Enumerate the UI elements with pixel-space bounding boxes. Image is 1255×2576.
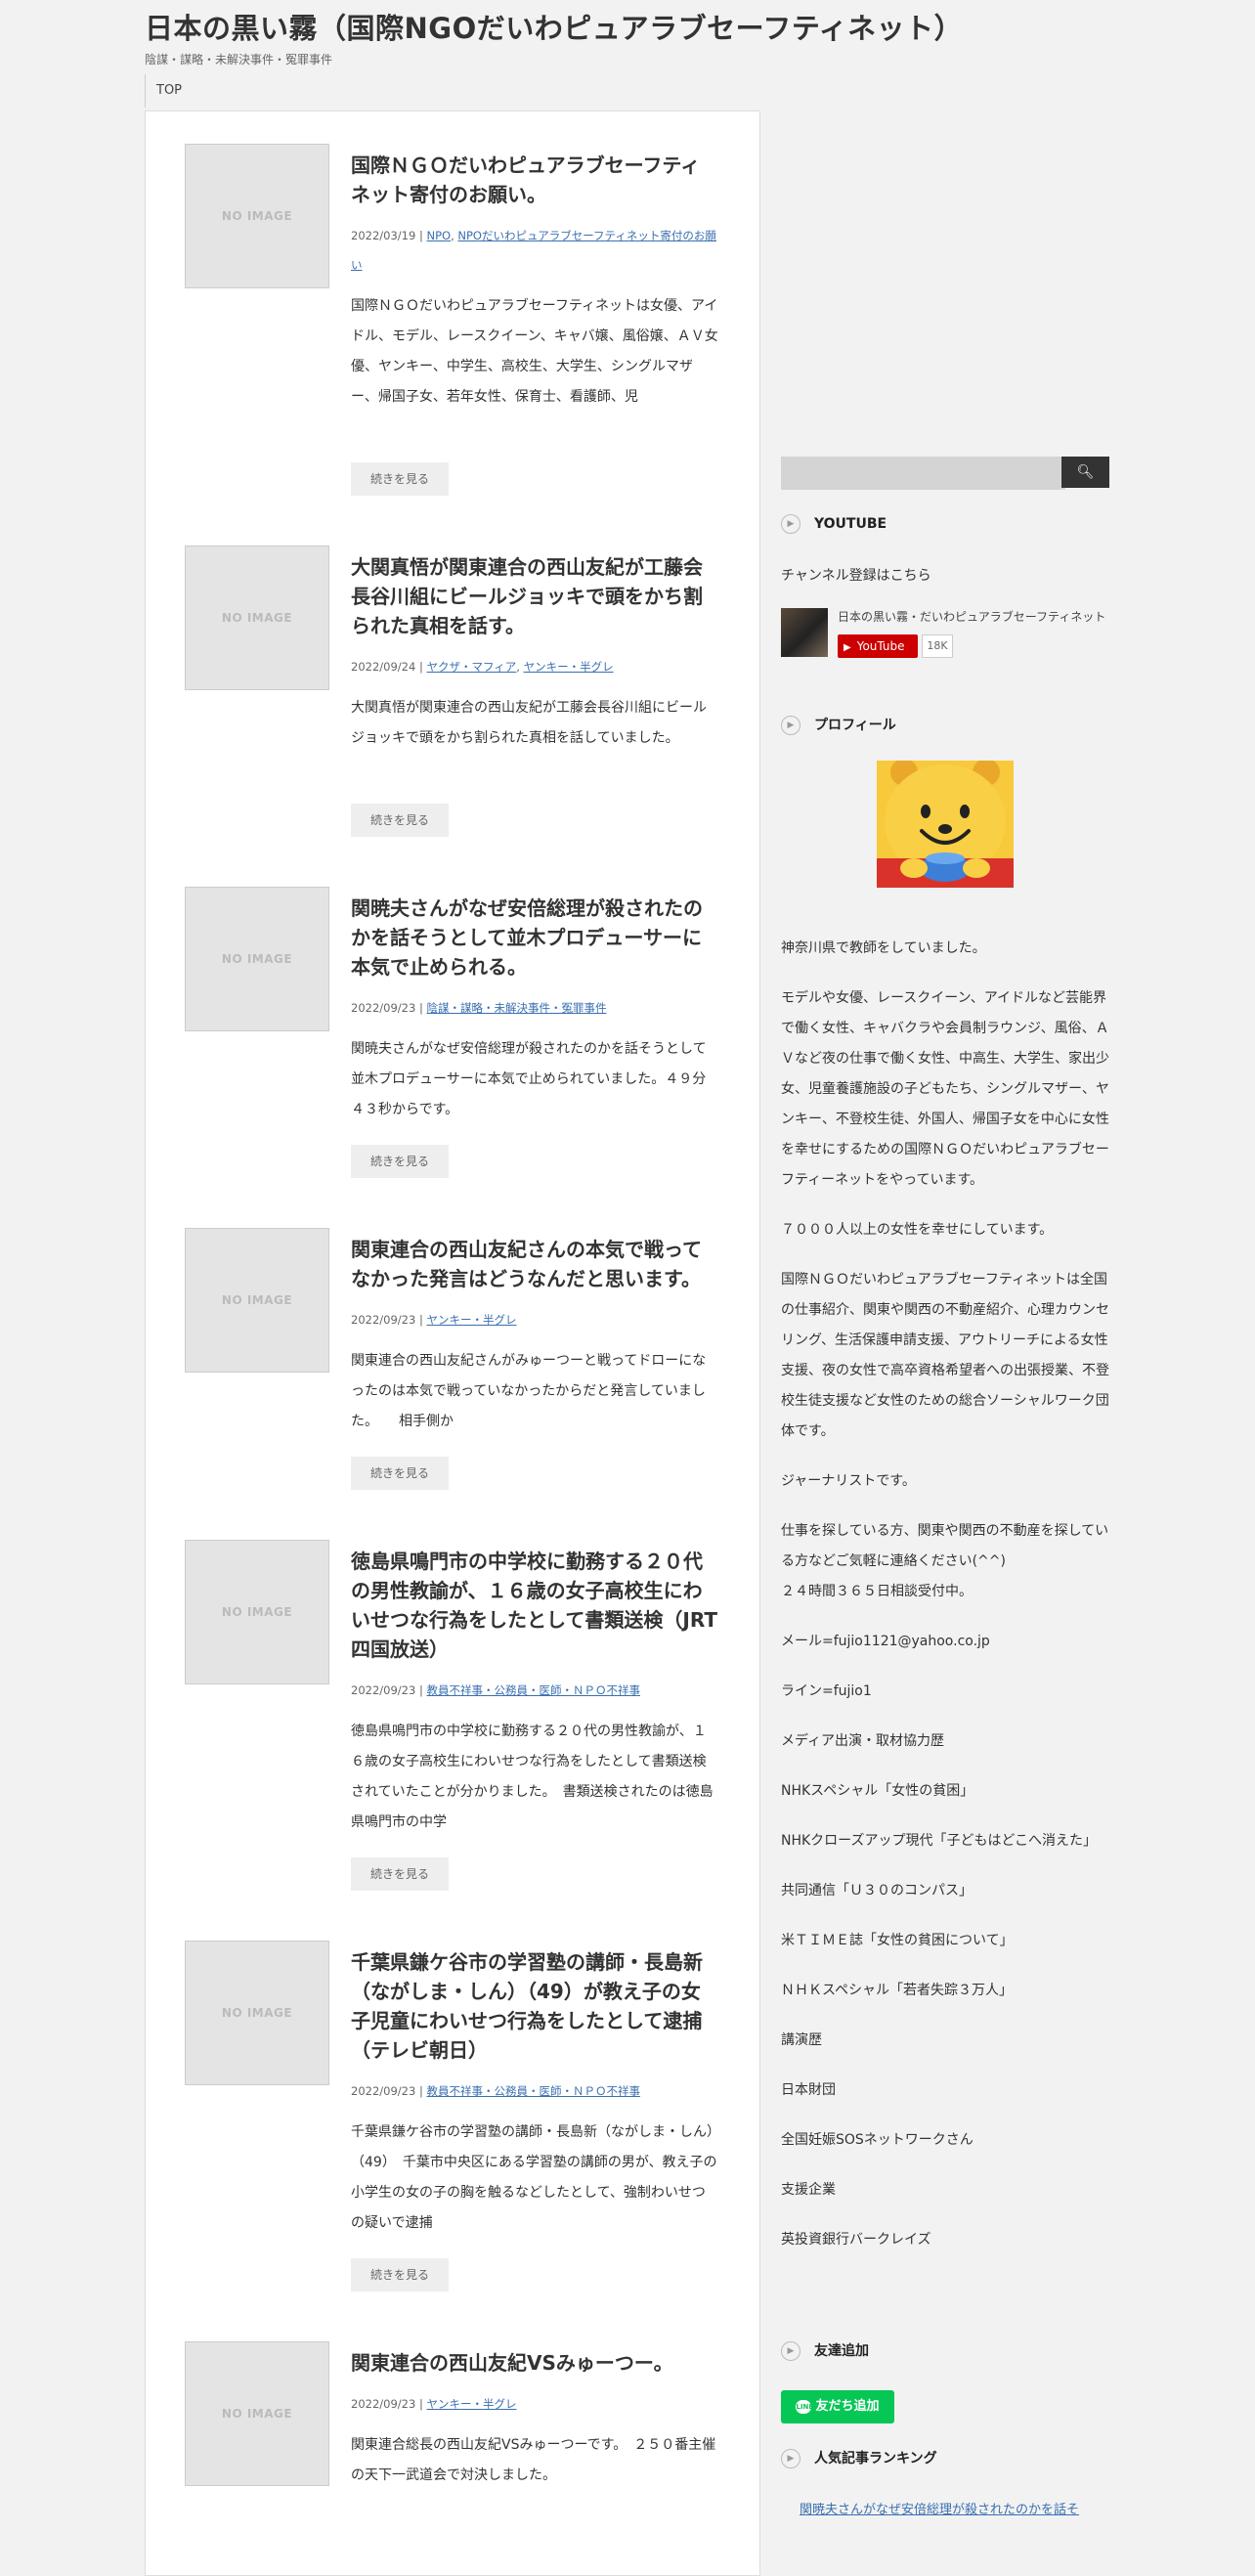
post-excerpt: 関東連合総長の西山友紀VSみゅーつーです。 ２５０番主催の天下一武道会で対決しま… [351, 2437, 716, 2483]
line-icon: LINE [796, 2399, 813, 2414]
post-meta: 2022/09/24 | ヤクザ・マフィア, ヤンキー・半グレ [351, 660, 614, 674]
profile-paragraph: 共同通信「Ｕ３０のコンパス」 [781, 1883, 973, 1899]
youtube-channel-avatar[interactable] [781, 608, 828, 657]
search-form: 🔍︎ [781, 457, 1109, 490]
post-date: 2022/03/19 [351, 229, 416, 242]
widget-title-profile: ▶ プロフィール [781, 713, 896, 738]
post-thumbnail[interactable]: NO IMAGE [185, 144, 329, 288]
profile-paragraph: 神奈川県で教師をしていました。 [781, 940, 986, 956]
read-more-button[interactable]: 続きを見る [351, 2258, 449, 2292]
post-excerpt: 関東連合の西山友紀さんがみゅーつーと戦ってドローになったのは本気で戦っていなかっ… [351, 1353, 707, 1429]
post-meta: 2022/09/23 | ヤンキー・半グレ [351, 2397, 517, 2411]
post-excerpt: 関暁夫さんがなぜ安倍総理が殺されたのかを話そうとして並木プロデューサーに本気で止… [351, 1041, 707, 1117]
post-category-link[interactable]: ヤクザ・マフィア [426, 660, 516, 674]
post-meta: 2022/09/23 | 教員不祥事・公務員・医師・ＮＰＯ不祥事 [351, 1683, 640, 1697]
post-excerpt: 千葉県鎌ケ谷市の学習塾の講師・長島新（ながしま・しん）（49） 千葉市中央区にあ… [351, 2124, 717, 2231]
post-category-link[interactable]: 教員不祥事・公務員・医師・ＮＰＯ不祥事 [426, 1683, 640, 1697]
widget-title-friend: ▶ 友達追加 [781, 2338, 869, 2364]
profile-paragraph: 米ＴＩＭＥ誌「女性の貧困について」 [781, 1933, 1014, 1948]
profile-paragraph: 支援企業 [781, 2182, 836, 2198]
profile-paragraph: メディア出演・取材協力歴 [781, 1733, 945, 1749]
line-add-friend-button[interactable]: LINE 友だち追加 [781, 2390, 894, 2423]
profile-paragraph: 仕事を探している方、関東や関西の不動産を探している方などご気軽に連絡ください(^… [781, 1523, 1109, 1569]
profile-paragraph: NHKクローズアップ現代「子どもはどこへ消えた」 [781, 1833, 1098, 1849]
profile-text: 神奈川県で教師をしていました。モデルや女優、レースクイーン、アイドルなど芸能界で… [781, 934, 1113, 2275]
profile-paragraph: ＮＨＫスペシャル「若者失踪３万人」 [781, 1983, 1014, 1998]
search-button[interactable]: 🔍︎ [1061, 457, 1109, 488]
post-category-link[interactable]: ヤンキー・半グレ [426, 1313, 516, 1327]
post-excerpt: 大関真悟が関東連合の西山友紀が工藤会長谷川組にビールジョッキで頭をかち割られた真… [351, 700, 707, 746]
post-thumbnail[interactable]: NO IMAGE [185, 887, 329, 1031]
post-excerpt: 国際ＮＧＯだいわピュアラブセーフティネットは女優、アイドル、モデル、レースクイー… [351, 298, 718, 405]
nav-top[interactable]: TOP [145, 74, 182, 108]
post-title[interactable]: 関暁夫さんがなぜ安倍総理が殺されたのかを話そうとして並木プロデューサーに本気で止… [351, 894, 718, 982]
post-thumbnail[interactable]: NO IMAGE [185, 1941, 329, 2085]
post-category-link[interactable]: ヤンキー・半グレ [426, 2397, 516, 2411]
profile-paragraph: 日本財団 [781, 2082, 836, 2098]
youtube-subscriber-count: 18K [922, 634, 953, 658]
post-title[interactable]: 関東連合の西山友紀VSみゅーつー。 [351, 2348, 718, 2378]
post-date: 2022/09/23 [351, 2084, 416, 2098]
profile-paragraph: ライン=fujio1 [781, 1683, 872, 1699]
read-more-button[interactable]: 続きを見る [351, 804, 449, 837]
ranking-item-link[interactable]: 関暁夫さんがなぜ安倍総理が殺されたのかを話そ [800, 2499, 1079, 2517]
profile-paragraph: 全国妊娠SOSネットワークさん [781, 2132, 974, 2148]
post-date: 2022/09/23 [351, 1001, 416, 1015]
circle-arrow-icon: ▶ [781, 2341, 801, 2361]
post-meta: 2022/09/23 | ヤンキー・半グレ [351, 1313, 517, 1327]
post-date: 2022/09/23 [351, 1683, 416, 1697]
search-input[interactable] [781, 457, 1065, 490]
circle-arrow-icon: ▶ [781, 2449, 801, 2468]
widget-title-ranking: ▶ 人気記事ランキング [781, 2446, 937, 2471]
youtube-play-icon: ▶ [844, 642, 851, 653]
profile-paragraph: 国際ＮＧＯだいわピュアラブセーフティネットは全国の仕事紹介、関東や関西の不動産紹… [781, 1272, 1109, 1439]
read-more-button[interactable]: 続きを見る [351, 462, 449, 496]
profile-paragraph: NHKスペシャル「女性の貧困」 [781, 1783, 974, 1799]
profile-paragraph: 講演歴 [781, 2032, 822, 2048]
site-title[interactable]: 日本の黒い霧（国際NGOだいわピュアラブセーフティネット） [145, 6, 963, 47]
read-more-button[interactable]: 続きを見る [351, 1457, 449, 1490]
circle-arrow-icon: ▶ [781, 716, 801, 735]
main-content: NO IMAGE 国際ＮＧＯだいわピュアラブセーフティネット寄付のお願い。 20… [145, 110, 760, 2576]
youtube-channel-name[interactable]: 日本の黒い霧・だいわピュアラブセーフティネット [838, 608, 1105, 625]
post-thumbnail[interactable]: NO IMAGE [185, 546, 329, 690]
post-meta: 2022/03/19 | NPO, NPOだいわピュアラブセーフティネット寄付の… [351, 229, 716, 272]
post-category-link[interactable]: NPO [426, 229, 451, 242]
post-meta: 2022/09/23 | 陰謀・謀略・未解決事件・冤罪事件 [351, 1001, 607, 1015]
search-icon: 🔍︎ [1076, 464, 1095, 480]
site-description: 陰謀・謀略・未解決事件・冤罪事件 [145, 53, 333, 66]
post-category-link[interactable]: 教員不祥事・公務員・医師・ＮＰＯ不祥事 [426, 2084, 640, 2098]
post-title[interactable]: 徳島県鳴門市の中学校に勤務する２０代の男性教諭が、１６歳の女子高校生にわいせつな… [351, 1547, 718, 1664]
post-thumbnail[interactable]: NO IMAGE [185, 1228, 329, 1373]
post-date: 2022/09/23 [351, 1313, 416, 1327]
post-thumbnail[interactable]: NO IMAGE [185, 1540, 329, 1684]
profile-paragraph: メール=fujio1121@yahoo.co.jp [781, 1634, 990, 1649]
profile-avatar [877, 761, 1014, 888]
post-excerpt: 徳島県鳴門市の中学校に勤務する２０代の男性教諭が、１６歳の女子高校生にわいせつな… [351, 1724, 714, 1830]
profile-paragraph: ２４時間３６５日相談受付中。 [781, 1584, 973, 1599]
read-more-button[interactable]: 続きを見る [351, 1145, 449, 1178]
post-thumbnail[interactable]: NO IMAGE [185, 2341, 329, 2486]
post-category-link[interactable]: 陰謀・謀略・未解決事件・冤罪事件 [426, 1001, 606, 1015]
profile-paragraph: モデルや女優、レースクイーン、アイドルなど芸能界で働く女性、キャバクラや会員制ラ… [781, 990, 1109, 1188]
profile-paragraph: ジャーナリストです。 [781, 1473, 916, 1489]
profile-paragraph: 英投資銀行バークレイズ [781, 2232, 931, 2248]
profile-paragraph: ７０００人以上の女性を幸せにしています。 [781, 1222, 1054, 1238]
post-meta: 2022/09/23 | 教員不祥事・公務員・医師・ＮＰＯ不祥事 [351, 2084, 640, 2098]
youtube-subscribe-text: チャンネル登録はこちら [781, 568, 931, 584]
youtube-subscribe-button[interactable]: ▶ YouTube [838, 634, 918, 658]
post-title[interactable]: 千葉県鎌ケ谷市の学習塾の講師・長島新（ながしま・しん）（49）が教え子の女子児童… [351, 1947, 718, 2065]
read-more-button[interactable]: 続きを見る [351, 1857, 449, 1891]
post-date: 2022/09/24 [351, 660, 416, 674]
post-title[interactable]: 関東連合の西山友紀さんの本気で戦ってなかった発言はどうなんだと思います。 [351, 1235, 718, 1293]
circle-arrow-icon: ▶ [781, 514, 801, 534]
widget-title-youtube: ▶ YOUTUBE [781, 511, 887, 537]
post-title[interactable]: 国際ＮＧＯだいわピュアラブセーフティネット寄付のお願い。 [351, 151, 718, 209]
post-date: 2022/09/23 [351, 2397, 416, 2411]
post-category-link[interactable]: ヤンキー・半グレ [524, 660, 614, 674]
post-title[interactable]: 大関真悟が関東連合の西山友紀が工藤会長谷川組にビールジョッキで頭をかち割られた真… [351, 552, 718, 640]
